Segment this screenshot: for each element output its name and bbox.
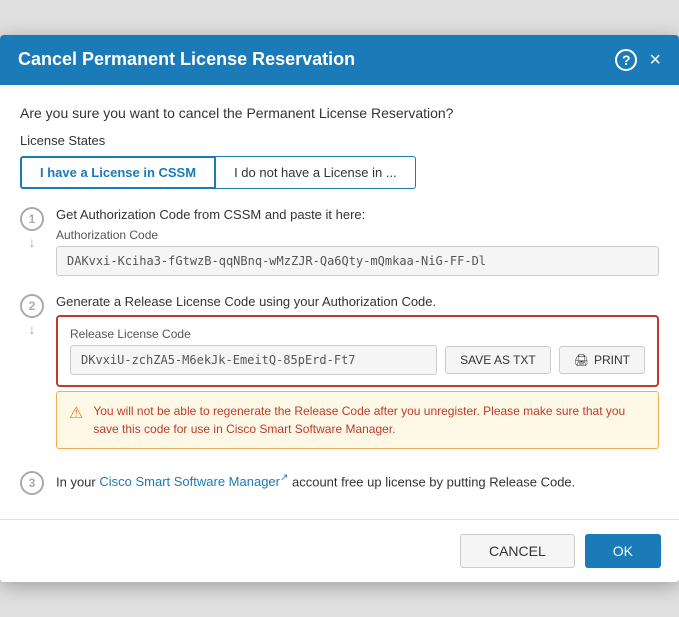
cancel-button[interactable]: CANCEL (460, 534, 575, 568)
warning-icon: ⚠ (69, 403, 83, 438)
step2-arrow: ↓ (29, 320, 36, 340)
header-icons: ? × (615, 49, 661, 71)
license-states-label: License States (20, 133, 659, 148)
close-button[interactable]: × (649, 50, 661, 70)
step3-row: 3 In your Cisco Smart Software Manager↗ … (20, 471, 659, 506)
step1-row: 1 ↓ Get Authorization Code from CSSM and… (20, 207, 659, 290)
warning-text: You will not be able to regenerate the R… (93, 402, 646, 438)
step3-text: In your Cisco Smart Software Manager↗ ac… (56, 471, 659, 492)
cssm-link[interactable]: Cisco Smart Software Manager↗ (99, 474, 288, 489)
step1-arrow: ↓ (29, 233, 36, 253)
tab-no-license[interactable]: I do not have a License in ... (216, 156, 416, 189)
ok-button[interactable]: OK (585, 534, 661, 568)
release-row: SAVE AS TXT 🖨 PRINT (70, 345, 645, 375)
printer-icon: 🖨 (574, 353, 589, 367)
save-as-txt-button[interactable]: SAVE AS TXT (445, 346, 551, 374)
dialog-header: Cancel Permanent License Reservation ? × (0, 35, 679, 85)
tab-has-license[interactable]: I have a License in CSSM (20, 156, 216, 189)
step2-circle: 2 (20, 294, 44, 318)
warning-box: ⚠ You will not be able to regenerate the… (56, 391, 659, 449)
auth-code-input[interactable] (56, 246, 659, 276)
step3-suffix: account free up license by putting Relea… (288, 474, 575, 489)
step2-content: Generate a Release License Code using yo… (56, 294, 659, 467)
release-code-input[interactable] (70, 345, 437, 375)
dialog-body: Are you sure you want to cancel the Perm… (0, 85, 679, 520)
cancel-plr-dialog: Cancel Permanent License Reservation ? ×… (0, 35, 679, 583)
step2-row: 2 ↓ Generate a Release License Code usin… (20, 294, 659, 467)
dialog-title: Cancel Permanent License Reservation (18, 49, 355, 70)
license-tab-group: I have a License in CSSM I do not have a… (20, 156, 659, 189)
step1-content: Get Authorization Code from CSSM and pas… (56, 207, 659, 290)
step1-description: Get Authorization Code from CSSM and pas… (56, 207, 659, 222)
step3-prefix: In your (56, 474, 99, 489)
step2-description: Generate a Release License Code using yo… (56, 294, 659, 309)
help-icon[interactable]: ? (615, 49, 637, 71)
step3-content: In your Cisco Smart Software Manager↗ ac… (56, 471, 659, 506)
auth-code-label: Authorization Code (56, 228, 659, 242)
confirm-text: Are you sure you want to cancel the Perm… (20, 105, 659, 121)
print-button[interactable]: 🖨 PRINT (559, 346, 645, 374)
release-code-box: Release License Code SAVE AS TXT 🖨 PRINT (56, 315, 659, 387)
step1-circle: 1 (20, 207, 44, 231)
release-code-label: Release License Code (70, 327, 645, 341)
step3-circle: 3 (20, 471, 44, 495)
dialog-footer: CANCEL OK (0, 519, 679, 582)
